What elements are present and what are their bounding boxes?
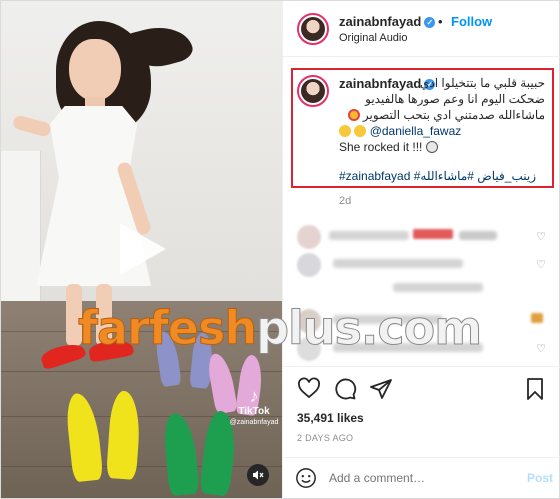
girl-face bbox=[69, 39, 121, 101]
verified-badge-icon: ✓ bbox=[424, 17, 436, 28]
hashtags[interactable]: #zainabfayad #زينب_فياض #ماشاءالله bbox=[339, 169, 536, 183]
heart-eyes-emoji-icon bbox=[347, 109, 360, 121]
avatar[interactable] bbox=[297, 13, 329, 45]
caption-english-line: She rocked it !!! bbox=[339, 140, 423, 154]
like-comment-heart-icon[interactable]: ♡ bbox=[536, 258, 546, 271]
post-comment-button[interactable]: Post bbox=[527, 471, 553, 485]
save-bookmark-icon[interactable] bbox=[523, 377, 547, 401]
follow-button[interactable]: Follow bbox=[451, 14, 492, 29]
laughing-emoji-icon bbox=[339, 125, 351, 137]
video-shelf bbox=[1, 151, 41, 311]
avatar[interactable] bbox=[297, 225, 321, 249]
post-header: zainabnfayad ✓ • Follow Original Audio bbox=[283, 1, 560, 57]
mute-icon[interactable] bbox=[247, 464, 269, 486]
post-side-panel: zainabnfayad ✓ • Follow Original Audio za… bbox=[282, 1, 560, 498]
comment-item: ♡ bbox=[293, 251, 550, 279]
caption-arabic-line-3: ماشاءالله صدمتني ادي بتحب التصوير bbox=[362, 108, 545, 122]
comment-item: ♡ bbox=[293, 223, 550, 251]
header-username[interactable]: zainabnfayad bbox=[339, 14, 421, 29]
caption-username[interactable]: zainabnfayad bbox=[339, 76, 421, 91]
like-heart-icon[interactable] bbox=[297, 377, 321, 401]
tiktok-icon: ♪ bbox=[249, 386, 259, 406]
like-comment-heart-icon[interactable]: ♡ bbox=[536, 230, 546, 243]
laughing-emoji-icon bbox=[354, 125, 367, 137]
caption-time-ago: 2d bbox=[339, 195, 352, 207]
likes-count[interactable]: 35,491 likes bbox=[297, 411, 364, 425]
caption-highlight: zainabnfayad ✓ حبيبة قلبي ما بتتخيلوا ادي… bbox=[291, 68, 554, 188]
tiktok-watermark: ♪ TikTok @zainabnfayad bbox=[229, 386, 279, 426]
avatar[interactable] bbox=[297, 253, 321, 277]
instagram-post: ♪ TikTok @zainabnfayad zainabnfayad ✓ • F… bbox=[0, 0, 560, 499]
separator-dot: • bbox=[438, 14, 443, 29]
add-comment-input[interactable] bbox=[329, 469, 509, 487]
mention-link[interactable]: @daniella_fawaz bbox=[370, 124, 462, 138]
avatar[interactable] bbox=[297, 75, 329, 107]
post-date: 2 DAYS AGO bbox=[297, 433, 354, 443]
audio-label[interactable]: Original Audio bbox=[339, 32, 408, 44]
share-paper-plane-icon[interactable] bbox=[369, 377, 393, 401]
video-player[interactable]: ♪ TikTok @zainabnfayad bbox=[1, 1, 282, 498]
play-icon[interactable] bbox=[120, 223, 166, 275]
comment-bubble-icon[interactable] bbox=[333, 377, 357, 401]
face-emoji-icon bbox=[425, 141, 438, 153]
caption-arabic-line-1: حبيبة قلبي ما بتتخيلوا ادي bbox=[420, 76, 545, 90]
caption-arabic-line-2: ضحكت اليوم انا وعم صورها هالفيديو bbox=[365, 92, 545, 106]
emoji-smiley-icon[interactable] bbox=[295, 467, 317, 489]
site-watermark: farfeshplus.com bbox=[77, 301, 482, 356]
add-comment-bar: Post bbox=[283, 457, 560, 498]
post-actions bbox=[283, 366, 560, 410]
